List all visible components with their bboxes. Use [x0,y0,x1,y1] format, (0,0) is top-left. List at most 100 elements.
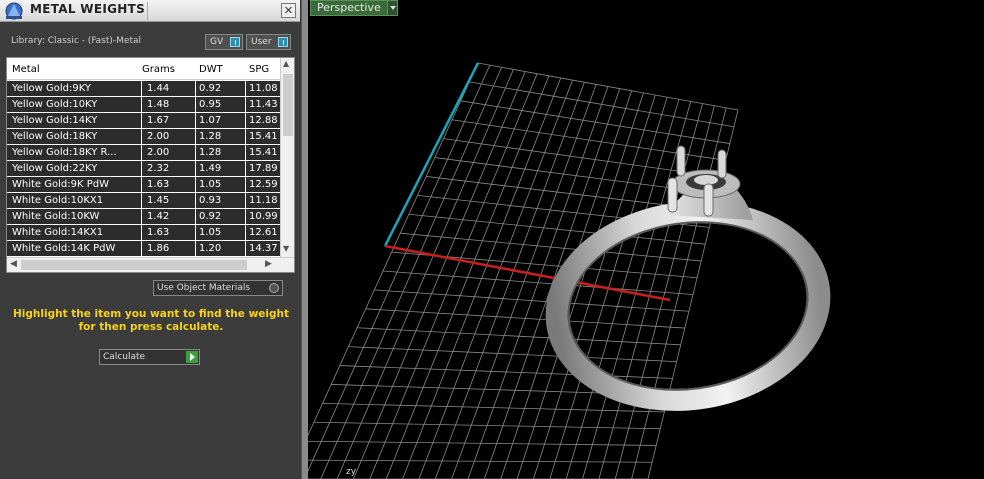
cell-grams: 1.42 [141,209,195,225]
horizontal-scroll-thumb[interactable] [21,260,247,270]
cell-grams: 2.32 [141,161,195,177]
cell-spg: 15.41 [245,129,280,145]
cell-metal: Yellow Gold:18KY [12,131,98,142]
instruction-text: Highlight the item you want to find the … [13,308,289,333]
use-object-materials-label: Use Object Materials [157,283,251,293]
chevron-down-icon[interactable] [387,1,397,15]
grid-line [582,101,692,479]
column-header-grams[interactable]: Grams [142,64,175,75]
cell-grams: 1.44 [141,81,195,97]
cell-spg: 11.18 [245,193,280,209]
table-row[interactable]: White Gold:14K PdW 1.86 1.20 14.37 [7,241,280,257]
grid-line [348,346,677,362]
cell-spg: 11.43 [245,97,280,113]
gv-toggle-icon [230,37,240,47]
grid-line [322,402,665,413]
column-header-spg[interactable]: SPG [249,64,269,75]
cell-metal: Yellow Gold:18KY R... [12,147,117,158]
cell-metal: White Gold:9K PdW [12,179,109,190]
calculate-label: Calculate [103,352,146,362]
table-row[interactable]: White Gold:10KX1 1.45 0.93 11.18 [7,193,280,209]
cell-grams: 1.67 [141,113,195,129]
cell-dwt: 0.92 [195,81,245,97]
cell-spg: 15.41 [245,145,280,161]
table-row[interactable]: Yellow Gold:22KY 2.32 1.49 17.89 [7,161,280,177]
play-icon[interactable] [186,351,198,363]
table-row[interactable]: Yellow Gold:14KY 1.67 1.07 12.88 [7,113,280,129]
column-header-metal[interactable]: Metal [12,64,40,75]
ring-model[interactable] [544,145,831,416]
cell-dwt: 1.28 [195,145,245,161]
grid-line [374,289,689,312]
radio-icon[interactable] [269,283,279,293]
use-object-materials-option[interactable]: Use Object Materials [153,280,283,296]
scroll-left-icon[interactable]: ◀ [10,259,17,269]
metal-table[interactable]: Metal Grams DWT SPG Yellow Gold:9KY 1.44 0… [6,57,295,273]
grid-line [365,308,685,329]
column-header-dwt[interactable]: DWT [199,64,223,75]
cell-spg: 11.08 [245,81,280,97]
cell-spg: 12.88 [245,113,280,129]
grid-line [516,92,644,479]
cell-metal: Yellow Gold:9KY [12,83,91,94]
grid-line [357,327,681,346]
vertical-scrollbar[interactable]: ▲ ▼ [280,58,294,257]
cell-dwt: 1.20 [195,241,245,257]
table-header: Metal Grams DWT SPG [7,58,280,80]
cell-spg: 12.61 [245,225,280,241]
cell-dwt: 0.95 [195,97,245,113]
panel-title: METAL WEIGHTS [30,2,146,16]
horizontal-scrollbar[interactable]: ◀ ▶ [7,257,294,272]
cell-dwt: 1.05 [195,177,245,193]
cell-metal: White Gold:14K PdW [12,243,116,254]
viewport-label: Perspective [317,1,381,14]
close-button[interactable]: ✕ [281,3,296,18]
panel-titlebar[interactable]: METAL WEIGHTS ✕ [0,0,300,22]
scroll-right-icon[interactable]: ▶ [265,259,272,269]
viewport-canvas[interactable] [308,0,984,479]
cell-grams: 1.45 [141,193,195,209]
cell-spg: 12.59 [245,177,280,193]
grid-line [308,62,479,437]
cell-grams: 2.00 [141,129,195,145]
table-row[interactable]: White Gold:14KX1 1.63 1.05 12.61 [7,225,280,241]
cell-metal: Yellow Gold:14KY [12,115,98,126]
cell-spg: 10.99 [245,209,280,225]
title-divider [147,2,148,20]
grid-line [598,103,703,479]
library-label: Library: Classic - (Fast)-Metal [11,36,142,46]
metal-weights-icon [5,2,23,20]
cell-metal: White Gold:10KW [12,211,100,222]
scroll-up-icon[interactable]: ▲ [283,59,289,68]
table-row[interactable]: Yellow Gold:10KY 1.48 0.95 11.43 [7,97,280,113]
grid-line [339,365,673,379]
perspective-viewport[interactable]: Perspective zy [308,0,984,479]
cell-grams: 1.48 [141,97,195,113]
y-axis-line [383,62,480,247]
user-toggle-label: User [251,37,272,47]
table-row[interactable]: Yellow Gold:18KY 2.00 1.28 15.41 [7,129,280,145]
gv-toggle[interactable]: GV [205,34,243,50]
table-row[interactable]: Yellow Gold:9KY 1.44 0.92 11.08 [7,81,280,97]
metal-weights-panel: METAL WEIGHTS ✕ Library: Classic - (Fast… [0,0,302,479]
cell-spg: 17.89 [245,161,280,177]
cell-grams: 1.63 [141,225,195,241]
user-toggle-icon [278,37,288,47]
grid-line [313,421,661,430]
table-row[interactable]: White Gold:9K PdW 1.63 1.05 12.59 [7,177,280,193]
cell-metal: White Gold:10KX1 [12,195,104,206]
gv-toggle-label: GV [210,37,224,47]
user-toggle[interactable]: User [246,34,291,50]
grid-line [308,459,653,463]
cell-metal: Yellow Gold:10KY [12,99,98,110]
cell-dwt: 0.92 [195,209,245,225]
scroll-down-icon[interactable]: ▼ [283,244,289,253]
table-row[interactable]: Yellow Gold:18KY R... 2.00 1.28 15.41 [7,145,280,161]
table-body: Yellow Gold:9KY 1.44 0.92 11.08 Yellow Gold:… [7,81,280,257]
calculate-button[interactable]: Calculate [99,349,200,365]
viewport-label-dropdown[interactable]: Perspective [310,0,398,16]
cell-dwt: 1.05 [195,225,245,241]
cell-grams: 1.63 [141,177,195,193]
vertical-scroll-thumb[interactable] [283,74,293,136]
table-row[interactable]: White Gold:10KW 1.42 0.92 10.99 [7,209,280,225]
